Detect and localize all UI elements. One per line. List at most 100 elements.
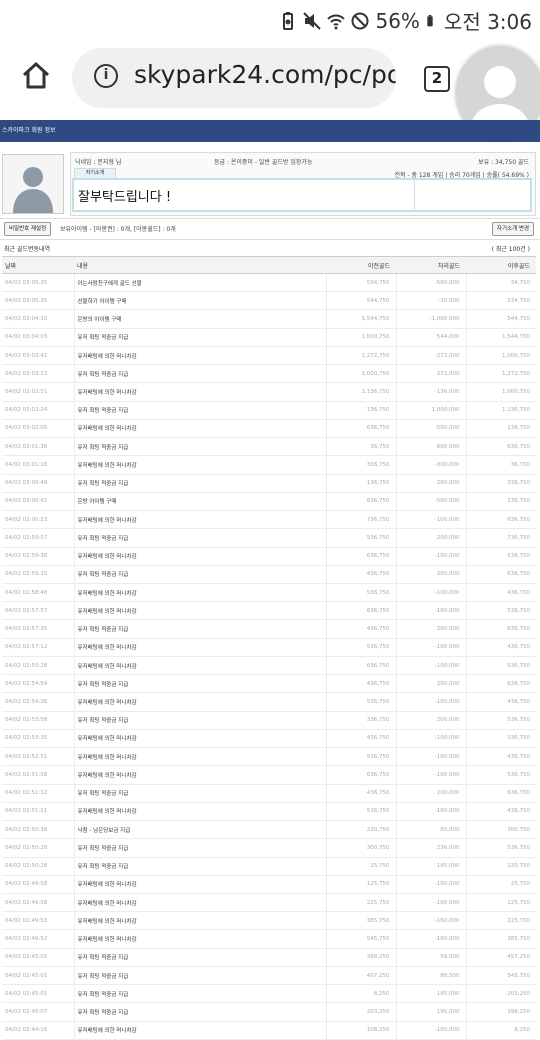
cell-content: 유저배팅에 의한 머니차감 [73,601,326,621]
cell-date: 04/02 02:45:01 [2,948,74,967]
cell-content: 은방 아이템 구매 [73,492,326,512]
cell-prev-gold: 1,136,750 [325,382,396,402]
cell-prev-gold: 544,750 [325,291,396,311]
cell-content: 유저배팅에 의한 머니차감 [73,765,326,785]
cell-prev-gold: 1,000,750 [325,364,396,384]
cell-prev-gold: 220,750 [325,820,396,840]
cell-after-gold: 544,750 [465,309,536,329]
table-row: 04/02 02:49:53 유저배팅에 의한 머니차감 385,750 -160,0… [2,911,536,931]
cell-prev-gold: 1,544,750 [325,309,396,329]
table-row: 04/02 02:50:28 유저 획팅 적중금 지급 25,750 195,000 2… [2,857,536,876]
cell-processed-gold: -100,000 [395,765,466,785]
cell-date: 04/02 03:00:23 [2,510,74,530]
cell-prev-gold: 436,750 [325,619,396,639]
cell-prev-gold: 385,750 [325,911,396,931]
cell-after-gold: 1,136,750 [465,401,536,420]
cell-content: 유저배팅에 의한 머니차감 [73,455,326,475]
cell-after-gold: 534,750 [465,291,536,311]
reset-password-button[interactable]: 비밀번호 재설정 [4,222,52,236]
cell-processed-gold: -100,000 [395,875,466,894]
cell-after-gold: 436,750 [465,802,536,822]
cell-processed-gold: 88,500 [395,966,466,986]
cell-after-gold: 736,750 [465,528,536,548]
cell-processed-gold: -300,000 [395,455,466,475]
cell-date: 04/02 02:59:10 [2,565,74,584]
url-text: skypark24.com/pc/pop [134,60,396,89]
cell-after-gold: 8,250 [465,1021,536,1040]
cell-date: 04/02 03:05:35 [2,291,74,311]
cell-date: 04/02 03:04:03 [2,328,74,347]
tab-switcher-button[interactable]: 2 [424,66,450,92]
cell-date: 04/02 02:51:58 [2,765,74,785]
table-row: 04/02 03:01:18 유저배팅에 의한 머니차감 336,750 -300,0… [2,455,536,475]
cell-processed-gold: 195,000 [395,1002,466,1022]
cell-after-gold: 536,750 [465,601,536,621]
table-header-row: 날짜 내용 이전골드 처리골드 이후골드 [2,256,536,274]
cell-after-gold: 1,000,750 [465,382,536,402]
gold-history-table: 날짜 내용 이전골드 처리골드 이후골드 04/02 03:05:35 아는사람친… [2,256,536,1040]
intro-text: 잘부탁드립니다 ! [78,190,172,205]
cell-date: 04/02 03:01:38 [2,437,74,457]
no-signal-icon [351,12,369,29]
cell-after-gold: 636,750 [465,565,536,584]
cell-date: 04/02 02:53:35 [2,729,74,749]
cell-processed-gold: -100,000 [395,692,466,712]
cell-date: 04/02 03:00:42 [2,492,74,512]
cell-prev-gold: 436,750 [325,784,396,803]
gold-holding: 보유 : 34,750 골드 [478,159,529,166]
wifi-icon [327,14,346,29]
table-row: 04/02 02:57:35 유저 획팅 적중금 지급 436,750 200,000… [2,619,536,639]
site-info-icon[interactable]: i [94,64,118,88]
header-date: 날짜 [2,256,74,274]
header-prev-gold: 이전골드 [326,256,396,274]
cell-prev-gold: 534,750 [325,273,396,293]
table-row: 04/02 03:03:41 유저배팅에 의한 머니차감 1,272,750 -272… [2,346,536,366]
clock: 오전 3:06 [443,10,532,34]
cell-content: 유저 획팅 적중금 지급 [73,565,326,584]
section-count: ( 최근 100건 ) [491,246,530,253]
table-row: 04/02 02:51:58 유저배팅에 의한 머니차감 636,750 -100,0… [2,765,536,785]
cell-content: 유저배팅에 의한 머니차감 [73,547,326,566]
cell-after-gold: 220,750 [465,857,536,876]
address-bar[interactable]: i skypark24.com/pc/pop [72,48,396,108]
edit-intro-button[interactable]: 자기소개 변경 [491,222,534,236]
mute-icon [303,11,322,30]
cell-date: 04/02 02:49:58 [2,875,74,894]
cell-after-gold: 536,750 [465,656,536,676]
cell-after-gold: 398,250 [465,1002,536,1022]
cell-after-gold: 25,750 [465,875,536,894]
cell-after-gold: 36,750 [465,455,536,475]
cell-date: 04/02 02:45:01 [2,966,74,986]
table-row: 04/02 02:55:28 유저배팅에 의한 머니차감 636,750 -100,0… [2,656,536,676]
home-icon[interactable] [20,60,52,92]
cell-date: 04/02 02:59:57 [2,528,74,548]
cell-content: 아는사람친구에게 골드 선물 [73,273,326,293]
header-processed-gold: 처리골드 [396,256,466,274]
cell-prev-gold: 536,750 [325,692,396,712]
cell-content: 유저 획팅 적중금 지급 [73,1002,326,1022]
table-row: 04/02 02:51:11 유저배팅에 의한 머니차감 536,750 -100,0… [2,802,536,822]
cell-content: 유저 획팅 적중금 지급 [73,364,326,384]
cell-prev-gold: 1,272,750 [325,346,396,366]
cell-after-gold: 136,750 [465,492,536,512]
cell-prev-gold: 125,750 [325,875,396,894]
cell-prev-gold: 545,750 [325,929,396,949]
cell-prev-gold: 436,750 [325,674,396,694]
cell-date: 04/02 02:52:51 [2,747,74,767]
cell-prev-gold: 536,750 [325,528,396,548]
cell-processed-gold: -272,000 [395,346,466,366]
cell-date: 04/02 03:00:49 [2,474,74,493]
cell-processed-gold: -100,000 [395,601,466,621]
table-row: 04/02 02:52:51 유저배팅에 의한 머니차감 536,750 -100,0… [2,747,536,767]
table-row: 04/02 03:02:51 유저배팅에 의한 머니차감 1,136,750 -136… [2,382,536,402]
cell-date: 04/02 02:51:11 [2,802,74,822]
table-row: 04/02 02:59:10 유저 획팅 적중금 지급 436,750 200,000… [2,565,536,584]
cell-date: 04/02 02:54:54 [2,674,74,694]
cell-after-gold: 436,750 [465,583,536,603]
cell-content: 유저 획팅 적중금 지급 [73,838,326,858]
cell-processed-gold: 200,000 [395,565,466,584]
table-row: 04/02 03:01:38 유저 획팅 적중금 지급 36,750 600,000 6… [2,437,536,457]
cell-after-gold: 203,250 [465,984,536,1004]
cell-content: 유저배팅에 의한 머니차감 [73,692,326,712]
cell-content: 유저 획팅 적중금 지급 [73,784,326,803]
